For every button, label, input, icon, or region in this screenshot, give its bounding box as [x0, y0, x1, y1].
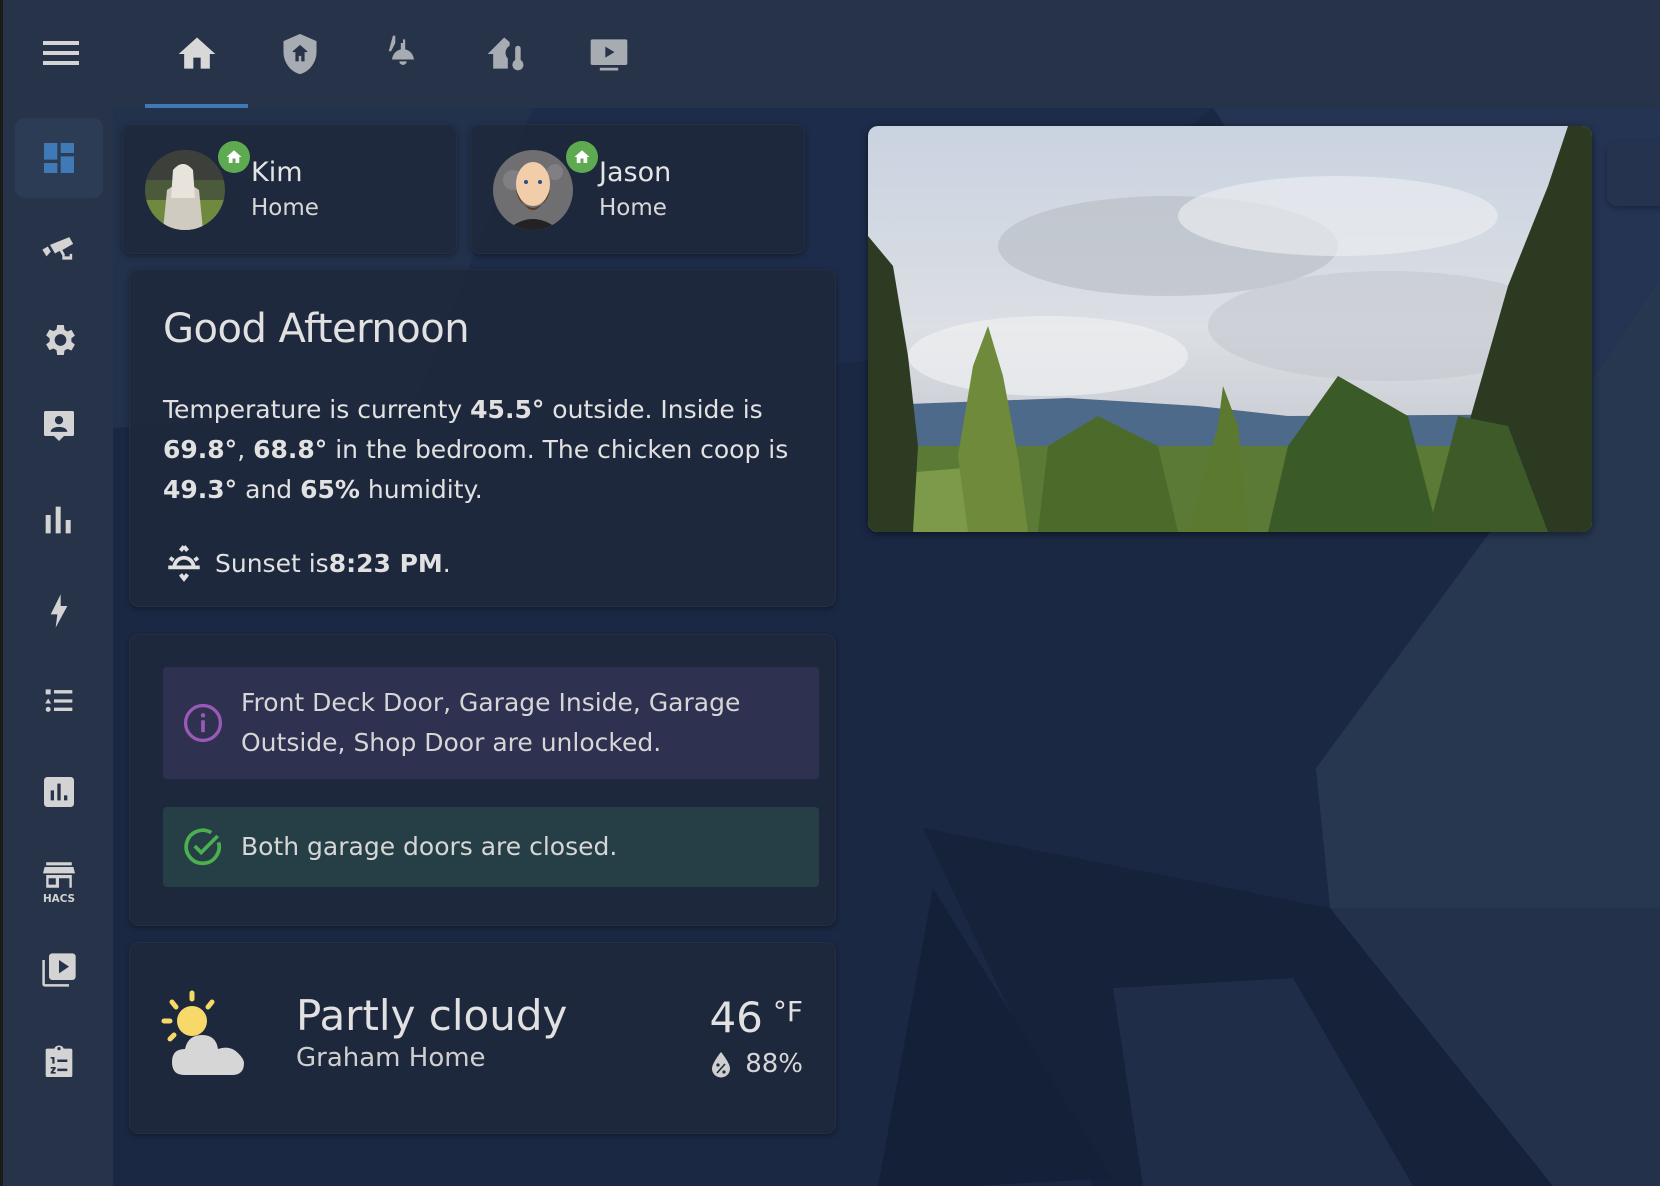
avatar	[493, 150, 573, 230]
garage-doors-alert[interactable]: Both garage doors are closed.	[163, 807, 819, 887]
lightning-bolt-icon	[50, 594, 68, 628]
account-box-icon	[44, 411, 74, 441]
sunset-time: 8:23 PM	[328, 548, 443, 578]
inside-temp: 69.8°	[163, 435, 238, 464]
summary-text: outside. Inside is	[544, 395, 763, 424]
temperature-summary: Temperature is currenty 45.5° outside. I…	[163, 390, 813, 510]
coop-humidity: 65%	[300, 475, 360, 504]
weather-card[interactable]: Partly cloudy Graham Home 46 °F 88%	[129, 942, 836, 1134]
weather-sunset-icon	[168, 545, 200, 582]
summary-text: Temperature is currenty	[163, 395, 471, 424]
chart-box-icon	[44, 777, 74, 807]
offscreen-card[interactable]	[1607, 142, 1660, 206]
greeting-title: Good Afternoon	[163, 306, 470, 352]
avatar	[145, 150, 225, 230]
svg-text:HACS: HACS	[43, 893, 75, 905]
outside-temp: 45.5°	[470, 395, 545, 424]
person-card-jason[interactable]: Jason Home	[470, 124, 805, 254]
summary-text: humidity.	[359, 475, 483, 504]
water-percent-icon	[712, 1052, 731, 1078]
temperature-value: 46	[709, 993, 763, 1042]
coop-temp: 49.3°	[163, 475, 238, 504]
humidity-value: 88%	[745, 1049, 803, 1079]
sidebar-item-logbook[interactable]	[15, 661, 103, 741]
top-header	[3, 0, 1660, 108]
sidebar-item-energy[interactable]	[15, 571, 103, 651]
sidebar-item-media[interactable]	[15, 930, 103, 1010]
view-dashboard-icon	[44, 143, 74, 173]
summary-text: and	[237, 475, 301, 504]
sunset-suffix: .	[442, 548, 451, 578]
bedroom-temp: 68.8°	[253, 435, 328, 464]
cog-icon	[46, 325, 75, 355]
television-play-icon	[590, 39, 627, 71]
camera-image	[868, 126, 1592, 532]
tab-media[interactable]	[557, 0, 660, 108]
person-name: Kim	[251, 157, 303, 188]
information-outline-icon	[183, 703, 223, 743]
home-thermometer-icon	[487, 37, 523, 71]
sidebar-item-statistics[interactable]	[15, 752, 103, 832]
sunset-info: Sunset is 8:23 PM.	[163, 542, 451, 584]
summary-text: ,	[237, 435, 254, 464]
home-status-badge	[566, 141, 598, 173]
person-card-kim[interactable]: Kim Home	[122, 124, 457, 254]
clipboard-list-icon	[45, 1045, 73, 1077]
person-name: Jason	[599, 157, 672, 188]
greeting-card: Good Afternoon Temperature is currenty 4…	[129, 269, 836, 607]
sidebar-item-settings[interactable]	[15, 300, 103, 380]
alerts-card: Front Deck Door, Garage Inside, Garage O…	[129, 634, 836, 926]
weather-condition: Partly cloudy	[296, 991, 568, 1040]
partly-cloudy-icon	[161, 990, 244, 1075]
dashboard-view: Kim Home Jason Home Good Afternoon Tempe…	[113, 108, 1660, 1186]
person-state: Home	[599, 195, 667, 221]
sidebar-item-history[interactable]	[15, 480, 103, 560]
sunset-label: Sunset is	[215, 548, 329, 578]
home-icon	[574, 150, 590, 163]
sidebar: HACS	[3, 108, 113, 1186]
view-tabs	[145, 0, 660, 108]
tab-home[interactable]	[145, 0, 248, 108]
weather-humidity: 88%	[709, 1049, 803, 1079]
sidebar-item-cameras[interactable]	[15, 208, 103, 288]
home-icon	[178, 37, 215, 69]
cctv-icon	[42, 237, 74, 260]
home-status-badge	[218, 141, 250, 173]
weather-location: Graham Home	[296, 1043, 486, 1073]
person-state: Home	[251, 195, 319, 221]
home-icon	[226, 150, 242, 163]
shield-home-icon	[283, 33, 316, 75]
format-list-bulleted-type-icon	[45, 689, 73, 712]
weather-temperature: 46 °F	[709, 993, 803, 1042]
check-circle-outline-icon	[184, 828, 221, 866]
unlocked-doors-alert[interactable]: Front Deck Door, Garage Inside, Garage O…	[163, 667, 819, 779]
sidebar-item-people[interactable]	[15, 386, 103, 466]
alert-text: Front Deck Door, Garage Inside, Garage O…	[241, 688, 741, 757]
hamburger-menu-icon[interactable]	[39, 38, 79, 68]
tab-lights[interactable]	[351, 0, 454, 108]
chart-bar-icon	[45, 506, 71, 534]
alert-text: Both garage doors are closed.	[241, 832, 618, 861]
temperature-unit: °F	[772, 995, 803, 1028]
sidebar-item-todo[interactable]	[15, 1022, 103, 1102]
play-box-multiple-icon	[42, 953, 76, 987]
summary-text: in the bedroom. The chicken coop is	[327, 435, 789, 464]
camera-feed[interactable]	[868, 126, 1592, 532]
tab-climate[interactable]	[454, 0, 557, 108]
hacs-store-icon: HACS	[43, 862, 75, 905]
sidebar-item-hacs[interactable]: HACS	[15, 843, 103, 923]
sidebar-item-overview[interactable]	[15, 118, 103, 198]
tab-security[interactable]	[248, 0, 351, 108]
ceiling-light-icon	[388, 35, 414, 65]
